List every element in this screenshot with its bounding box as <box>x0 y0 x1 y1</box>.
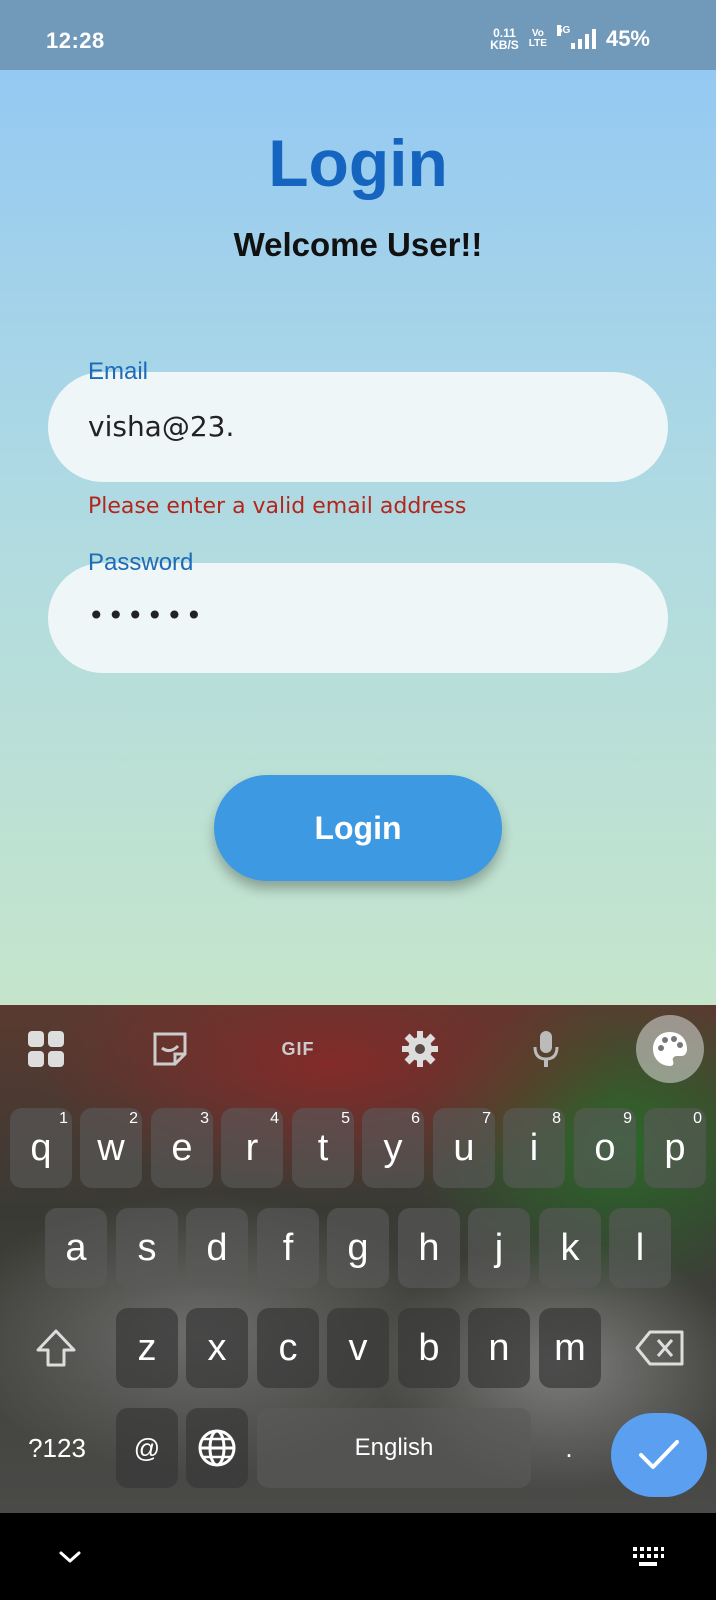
key-label: t <box>317 1126 329 1169</box>
key-t[interactable]: t5 <box>292 1108 354 1188</box>
key-p[interactable]: p0 <box>644 1108 706 1188</box>
key-g[interactable]: g <box>327 1208 389 1288</box>
language-key[interactable] <box>186 1408 248 1488</box>
welcome-subtitle: Welcome User!! <box>233 226 483 263</box>
password-input[interactable]: •••••• <box>88 599 205 632</box>
sticker-icon[interactable] <box>148 1027 192 1071</box>
key-hint: 1 <box>59 1110 68 1127</box>
key-q[interactable]: q1 <box>10 1108 72 1188</box>
password-field[interactable]: Password •••••• <box>48 549 668 673</box>
key-hint: 5 <box>341 1110 350 1127</box>
key-c[interactable]: c <box>257 1308 319 1388</box>
volte-bottom: LTE <box>528 38 547 49</box>
key-a[interactable]: a <box>45 1208 107 1288</box>
key-b[interactable]: b <box>398 1308 460 1388</box>
globe-icon <box>198 1429 236 1467</box>
navigation-bar <box>0 1513 716 1600</box>
key-s[interactable]: s <box>116 1208 178 1288</box>
key-label: o <box>594 1126 616 1169</box>
email-field[interactable]: Email visha@23. <box>48 358 668 482</box>
email-input[interactable]: visha@23. <box>88 410 234 443</box>
network-speed: 0.11 KB/S <box>490 27 519 51</box>
key-label: w <box>97 1126 125 1169</box>
at-key[interactable]: @ <box>116 1408 178 1488</box>
shift-key[interactable] <box>16 1308 96 1388</box>
key-hint: 0 <box>693 1110 702 1127</box>
key-label: u <box>453 1126 475 1169</box>
key-h[interactable]: h <box>398 1208 460 1288</box>
key-hint: 8 <box>552 1110 561 1127</box>
key-n[interactable]: n <box>468 1308 530 1388</box>
key-label: i <box>529 1126 539 1169</box>
palette-icon[interactable] <box>636 1015 704 1083</box>
key-i[interactable]: i8 <box>503 1108 565 1188</box>
key-m[interactable]: m <box>539 1308 601 1388</box>
key-label: r <box>245 1126 259 1169</box>
key-label: q <box>30 1126 52 1169</box>
status-bar: 12:28 0.11 KB/S Vo LTE 5G 45% <box>0 0 716 70</box>
key-y[interactable]: y6 <box>362 1108 424 1188</box>
key-l[interactable]: l <box>609 1208 671 1288</box>
key-w[interactable]: w2 <box>80 1108 142 1188</box>
key-v[interactable]: v <box>327 1308 389 1388</box>
key-label: y <box>383 1126 403 1169</box>
checkmark-icon <box>639 1440 679 1469</box>
status-time: 12:28 <box>46 28 105 53</box>
microphone-icon[interactable] <box>524 1027 568 1071</box>
key-label: e <box>171 1126 193 1169</box>
login-screen: Login Welcome User!! Email visha@23. Ple… <box>0 70 716 1005</box>
page-title: Login <box>268 126 448 200</box>
network-speed-unit: KB/S <box>490 38 519 52</box>
hide-keyboard-button[interactable] <box>52 1539 88 1575</box>
email-label: Email <box>88 358 149 385</box>
volte-icon: Vo LTE <box>529 29 547 49</box>
signal-bar <box>577 39 582 49</box>
key-z[interactable]: z <box>116 1308 178 1388</box>
key-d[interactable]: d <box>186 1208 248 1288</box>
space-key[interactable]: English <box>257 1408 531 1488</box>
period-key[interactable]: . <box>541 1408 597 1488</box>
apps-grid-icon[interactable] <box>24 1027 68 1071</box>
enter-key[interactable] <box>611 1413 707 1497</box>
key-hint: 2 <box>129 1110 138 1127</box>
keyboard-icon <box>633 1547 664 1566</box>
key-e[interactable]: e3 <box>151 1108 213 1188</box>
gif-label: GIF <box>281 1038 315 1059</box>
key-hint: 3 <box>200 1110 209 1127</box>
password-label: Password <box>88 549 194 576</box>
chevron-down-icon <box>59 1551 81 1563</box>
key-hint: 6 <box>411 1110 420 1127</box>
network-type: 5G <box>556 25 571 36</box>
key-f[interactable]: f <box>257 1208 319 1288</box>
key-o[interactable]: o9 <box>574 1108 636 1188</box>
symbols-key[interactable]: ?123 <box>14 1408 100 1488</box>
signal-icon: 5G <box>556 25 596 49</box>
key-label: p <box>664 1126 686 1169</box>
status-icons: 0.11 KB/S Vo LTE 5G 45% <box>490 25 650 52</box>
keyboard-toolbar: GIF <box>0 1005 716 1095</box>
gif-icon[interactable]: GIF <box>272 1027 324 1071</box>
key-r[interactable]: r4 <box>221 1108 283 1188</box>
soft-keyboard: GIF q1 w2 e3 r4 t5 y6 u7 i8 o9 p0 a s d … <box>0 1005 716 1513</box>
key-j[interactable]: j <box>468 1208 530 1288</box>
keyboard-switch-button[interactable] <box>628 1539 668 1575</box>
key-hint: 9 <box>623 1110 632 1127</box>
shift-icon <box>36 1329 76 1367</box>
backspace-icon <box>635 1330 684 1366</box>
signal-bar <box>591 29 596 49</box>
email-error-message: Please enter a valid email address <box>88 494 467 519</box>
key-x[interactable]: x <box>186 1308 248 1388</box>
login-button[interactable]: Login <box>214 775 502 881</box>
backspace-key[interactable] <box>620 1308 700 1388</box>
key-k[interactable]: k <box>539 1208 601 1288</box>
signal-bar <box>570 43 575 49</box>
settings-gear-icon[interactable] <box>398 1027 442 1071</box>
key-hint: 4 <box>270 1110 279 1127</box>
battery-level: 45% <box>605 26 650 51</box>
key-hint: 7 <box>482 1110 491 1127</box>
signal-bar <box>584 34 589 49</box>
key-u[interactable]: u7 <box>433 1108 495 1188</box>
